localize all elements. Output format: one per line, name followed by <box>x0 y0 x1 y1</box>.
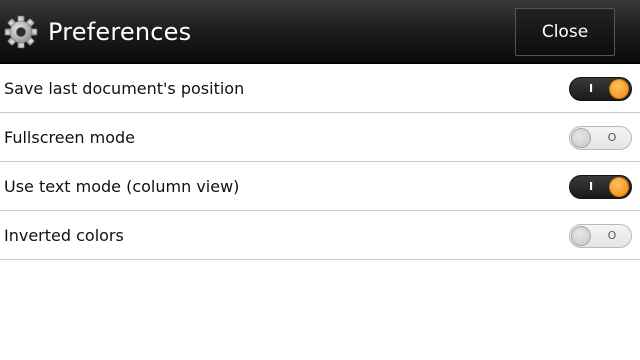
setting-label: Fullscreen mode <box>4 128 136 147</box>
setting-row-inverted-colors: Inverted colors O <box>0 211 640 260</box>
toggle-knob <box>571 128 591 148</box>
preferences-list: Save last document's position I Fullscre… <box>0 64 640 260</box>
setting-label: Use text mode (column view) <box>4 177 240 196</box>
setting-label: Inverted colors <box>4 226 124 245</box>
inverted-colors-toggle[interactable]: O <box>569 224 632 248</box>
setting-row-text-mode: Use text mode (column view) I <box>0 162 640 211</box>
preferences-window: Preferences Close Save last document's p… <box>0 0 640 360</box>
page-title: Preferences <box>48 18 192 46</box>
toggle-knob <box>609 79 629 99</box>
toggle-knob <box>571 226 591 246</box>
toggle-off-mark: O <box>607 229 617 242</box>
toggle-on-mark: I <box>588 180 594 193</box>
header-bar: Preferences Close <box>0 0 640 64</box>
toggle-off-mark: O <box>607 131 617 144</box>
save-position-toggle[interactable]: I <box>569 77 632 101</box>
fullscreen-toggle[interactable]: O <box>569 126 632 150</box>
setting-row-fullscreen: Fullscreen mode O <box>0 113 640 162</box>
gear-icon <box>4 15 38 49</box>
text-mode-toggle[interactable]: I <box>569 175 632 199</box>
toggle-on-mark: I <box>588 82 594 95</box>
setting-row-save-position: Save last document's position I <box>0 64 640 113</box>
close-button[interactable]: Close <box>515 8 615 56</box>
toggle-knob <box>609 177 629 197</box>
setting-label: Save last document's position <box>4 79 245 98</box>
